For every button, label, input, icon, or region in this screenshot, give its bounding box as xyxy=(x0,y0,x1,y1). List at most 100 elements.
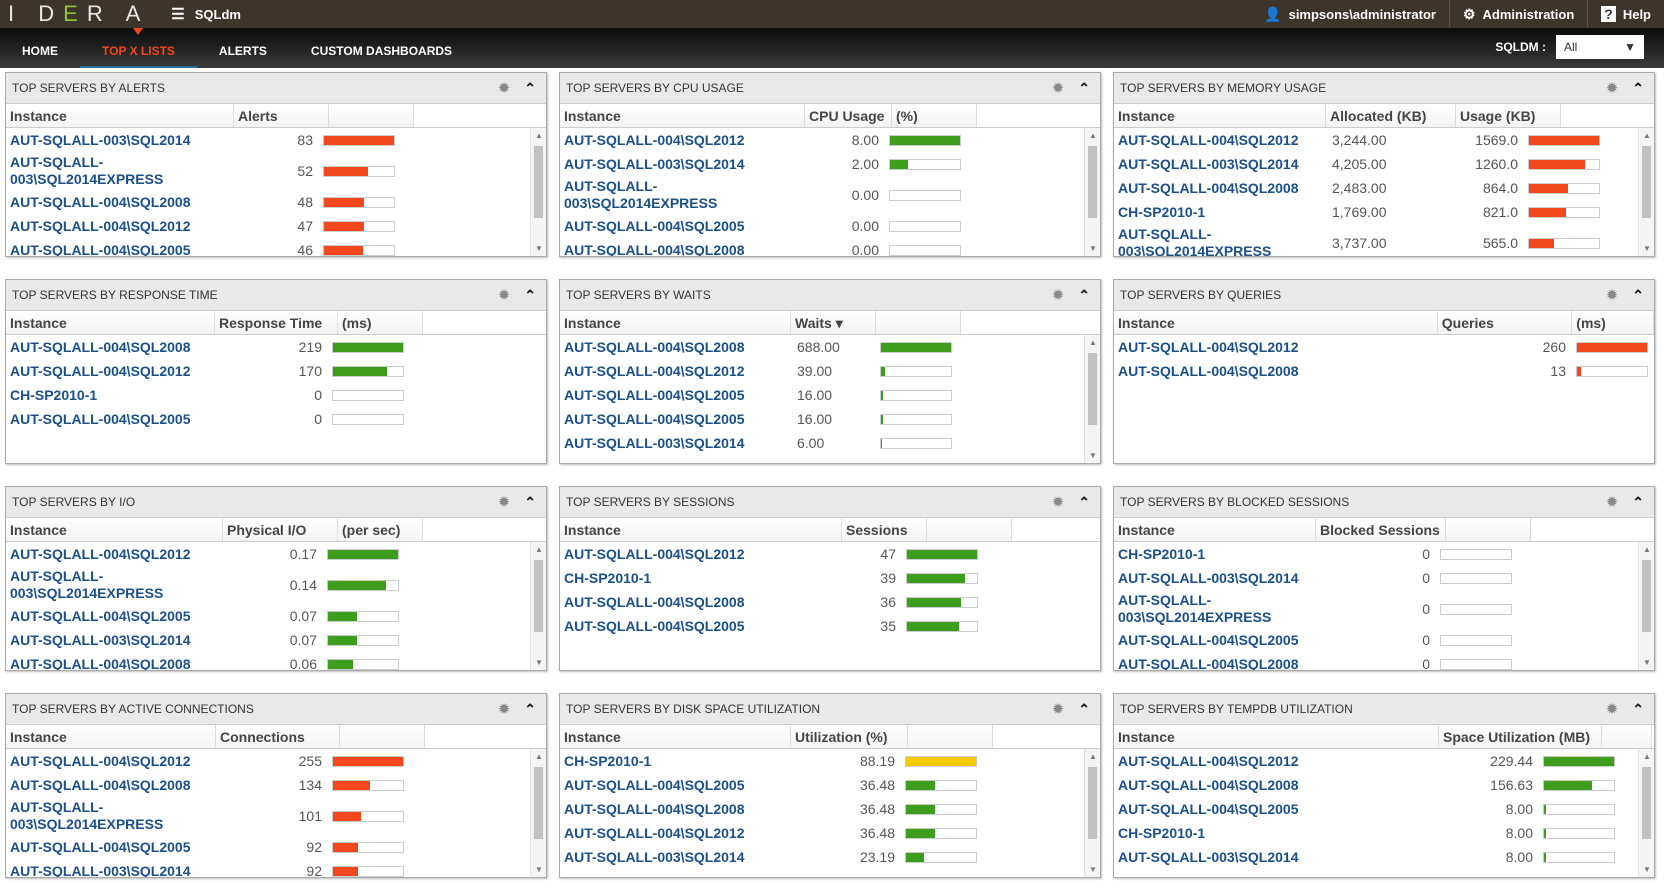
instance-link[interactable]: AUT-SQLALL-003\SQL2014 xyxy=(560,154,805,175)
instance-link[interactable]: AUT-SQLALL-003\SQL2014EXPRESS xyxy=(1114,590,1316,628)
scroll-down-icon[interactable]: ▼ xyxy=(1085,451,1100,460)
instance-link[interactable]: AUT-SQLALL-004\SQL2012 xyxy=(6,361,215,382)
chevron-up-icon[interactable]: ⌃ xyxy=(1078,701,1090,718)
instance-link[interactable]: AUT-SQLALL-004\SQL2012 xyxy=(1114,751,1439,772)
instance-link[interactable]: AUT-SQLALL-004\SQL2012 xyxy=(560,361,791,382)
chevron-up-icon[interactable]: ⌃ xyxy=(524,287,536,304)
scroll-thumb[interactable] xyxy=(1088,767,1097,839)
column-header[interactable]: Allocated (KB) xyxy=(1326,104,1456,127)
scroll-thumb[interactable] xyxy=(1642,560,1651,632)
instance-link[interactable]: AUT-SQLALL-004\SQL2005 xyxy=(560,616,842,637)
scroll-down-icon[interactable]: ▼ xyxy=(531,244,546,253)
instance-link[interactable]: AUT-SQLALL-003\SQL2014 xyxy=(1114,847,1439,868)
tab-custom-dashboards[interactable]: CUSTOM DASHBOARDS xyxy=(289,28,474,68)
instance-link[interactable]: AUT-SQLALL-004\SQL2008 xyxy=(1114,654,1316,671)
scroll-up-icon[interactable]: ▲ xyxy=(1085,338,1100,347)
column-header[interactable]: (%) xyxy=(892,104,977,127)
column-header[interactable]: Sessions xyxy=(842,518,927,541)
instance-link[interactable]: AUT-SQLALL-004\SQL2008 xyxy=(6,337,215,358)
instance-link[interactable]: AUT-SQLALL-003\SQL2014 xyxy=(6,130,234,151)
column-header[interactable] xyxy=(1602,725,1652,748)
app-menu[interactable]: ☰ SQLdm xyxy=(171,5,241,23)
scroll-down-icon[interactable]: ▼ xyxy=(531,865,546,874)
instance-link[interactable]: AUT-SQLALL-004\SQL2008 xyxy=(560,799,791,820)
instance-link[interactable]: AUT-SQLALL-004\SQL2005 xyxy=(6,606,223,627)
instance-link[interactable]: AUT-SQLALL-003\SQL2014 xyxy=(560,433,791,454)
chevron-up-icon[interactable]: ⌃ xyxy=(1632,701,1644,718)
instance-link[interactable]: AUT-SQLALL-004\SQL2012 xyxy=(1114,130,1326,151)
gear-icon[interactable]: ✹ xyxy=(1052,700,1065,718)
column-header[interactable]: (per sec) xyxy=(338,518,423,541)
scroll-up-icon[interactable]: ▲ xyxy=(1639,131,1654,140)
instance-link[interactable]: CH-SP2010-1 xyxy=(1114,202,1326,223)
column-header[interactable]: Instance xyxy=(1114,311,1438,334)
instance-link[interactable]: AUT-SQLALL-004\SQL2012 xyxy=(6,544,223,565)
column-header[interactable]: Instance xyxy=(1114,518,1316,541)
column-header[interactable]: Instance xyxy=(560,725,791,748)
column-header[interactable] xyxy=(1446,518,1531,541)
scroll-up-icon[interactable]: ▲ xyxy=(1639,752,1654,761)
instance-link[interactable]: AUT-SQLALL-003\SQL2014 xyxy=(560,847,791,868)
column-header[interactable]: Instance xyxy=(6,311,215,334)
instance-link[interactable]: AUT-SQLALL-004\SQL2008 xyxy=(1114,361,1439,382)
column-header[interactable]: Instance xyxy=(1114,725,1439,748)
instance-link[interactable]: AUT-SQLALL-004\SQL2005 xyxy=(1114,799,1439,820)
instance-link[interactable]: AUT-SQLALL-003\SQL2014EXPRESS xyxy=(6,152,234,190)
sqldm-select[interactable]: All ▼ xyxy=(1556,35,1644,59)
gear-icon[interactable]: ✹ xyxy=(1052,493,1065,511)
scroll-thumb[interactable] xyxy=(1088,146,1097,218)
instance-link[interactable]: AUT-SQLALL-004\SQL2012 xyxy=(560,130,805,151)
scroll-thumb[interactable] xyxy=(534,146,543,218)
instance-link[interactable]: AUT-SQLALL-004\SQL2008 xyxy=(6,775,216,796)
column-header[interactable]: Instance xyxy=(6,104,234,127)
scroll-down-icon[interactable]: ▼ xyxy=(1639,244,1654,253)
scroll-up-icon[interactable]: ▲ xyxy=(531,752,546,761)
column-header[interactable]: CPU Usage xyxy=(805,104,892,127)
user-menu[interactable]: 👤 simpsons\administrator xyxy=(1251,0,1449,28)
instance-link[interactable]: AUT-SQLALL-004\SQL2012 xyxy=(6,216,234,237)
chevron-up-icon[interactable]: ⌃ xyxy=(1078,287,1090,304)
scroll-down-icon[interactable]: ▼ xyxy=(1085,244,1100,253)
instance-link[interactable]: AUT-SQLALL-004\SQL2012 xyxy=(560,823,791,844)
chevron-up-icon[interactable]: ⌃ xyxy=(1632,287,1644,304)
scrollbar[interactable]: ▲ ▼ xyxy=(1084,749,1100,877)
scrollbar[interactable]: ▲ ▼ xyxy=(1084,128,1100,256)
gear-icon[interactable]: ✹ xyxy=(498,700,511,718)
gear-icon[interactable]: ✹ xyxy=(1606,700,1619,718)
scroll-thumb[interactable] xyxy=(534,560,543,632)
instance-link[interactable]: AUT-SQLALL-003\SQL2014 xyxy=(1114,154,1326,175)
chevron-up-icon[interactable]: ⌃ xyxy=(524,494,536,511)
column-header[interactable] xyxy=(329,104,414,127)
instance-link[interactable]: CH-SP2010-1 xyxy=(1114,544,1316,565)
column-header[interactable]: Instance xyxy=(560,311,791,334)
column-header[interactable]: Instance xyxy=(560,104,805,127)
instance-link[interactable]: AUT-SQLALL-004\SQL2005 xyxy=(6,409,215,430)
instance-link[interactable]: AUT-SQLALL-004\SQL2005 xyxy=(6,240,234,257)
scroll-up-icon[interactable]: ▲ xyxy=(531,131,546,140)
column-header[interactable] xyxy=(340,725,425,748)
scroll-thumb[interactable] xyxy=(1642,767,1651,839)
tab-alerts[interactable]: ALERTS xyxy=(197,28,289,68)
gear-icon[interactable]: ✹ xyxy=(1052,286,1065,304)
gear-icon[interactable]: ✹ xyxy=(1606,286,1619,304)
scrollbar[interactable]: ▲ ▼ xyxy=(1638,128,1654,256)
column-header[interactable]: Alerts xyxy=(234,104,329,127)
scrollbar[interactable]: ▲ ▼ xyxy=(1084,335,1100,463)
column-header[interactable] xyxy=(927,518,1012,541)
column-header[interactable]: Instance xyxy=(560,518,842,541)
gear-icon[interactable]: ✹ xyxy=(1052,79,1065,97)
chevron-up-icon[interactable]: ⌃ xyxy=(1078,80,1090,97)
column-header[interactable]: (ms) xyxy=(1572,311,1654,334)
tab-home[interactable]: HOME xyxy=(0,28,80,68)
column-header[interactable] xyxy=(876,311,961,334)
scrollbar[interactable]: ▲ ▼ xyxy=(530,542,546,670)
chevron-up-icon[interactable]: ⌃ xyxy=(524,701,536,718)
instance-link[interactable]: CH-SP2010-1 xyxy=(6,385,215,406)
chevron-up-icon[interactable]: ⌃ xyxy=(1078,494,1090,511)
instance-link[interactable]: AUT-SQLALL-004\SQL2005 xyxy=(560,775,791,796)
column-header[interactable]: Space Utilization (MB) xyxy=(1439,725,1602,748)
instance-link[interactable]: AUT-SQLALL-004\SQL2008 xyxy=(1114,775,1439,796)
instance-link[interactable]: CH-SP2010-1 xyxy=(560,568,842,589)
column-header[interactable]: (ms) xyxy=(338,311,423,334)
instance-link[interactable]: AUT-SQLALL-004\SQL2012 xyxy=(6,751,216,772)
